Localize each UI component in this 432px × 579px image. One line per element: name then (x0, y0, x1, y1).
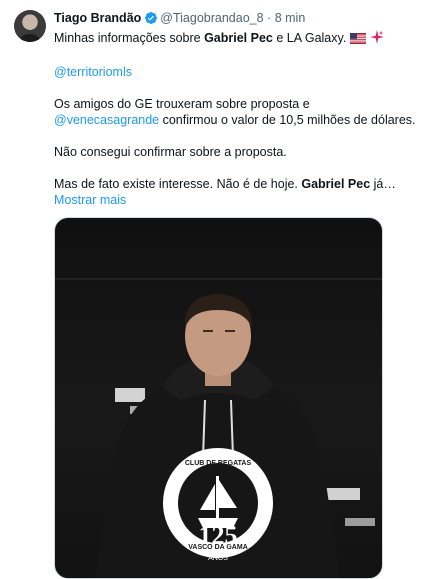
author-name[interactable]: Tiago Brandão (54, 11, 141, 25)
text-fragment: Mas de fato existe interesse. Não é de h… (54, 177, 302, 191)
tweet-header: Tiago Brandão @Tiagobrandao_8 · 8 min (54, 10, 305, 29)
bold-name: Gabriel Pec (204, 31, 273, 45)
timestamp[interactable]: 8 min (275, 11, 306, 25)
us-flag-emoji (350, 32, 367, 48)
photo-illustration: CLUB DE REGATAS VASCO DA GAMA 125 ANOS (55, 278, 382, 578)
text-line-5: Mas de fato existe interesse. Não é de h… (54, 176, 416, 192)
tweet-text: Minhas informações sobre Gabriel Pec e L… (54, 30, 416, 208)
mention-link[interactable]: @territoriomls (54, 65, 132, 79)
text-fragment: e LA Galaxy. (272, 31, 347, 45)
background-light (345, 518, 375, 526)
sparkle-emoji (370, 30, 385, 48)
text-fragment: Minhas informações sobre (54, 31, 205, 45)
text-line-2: @territoriomls (54, 64, 416, 80)
text-line-4: Não consegui confirmar sobre a proposta. (54, 145, 287, 159)
author-handle[interactable]: @Tiagobrandao_8 (160, 11, 263, 25)
text-fragment: confirmou o valor de 10,5 milhões de dól… (159, 113, 416, 127)
text-line-1: Minhas informações sobre Gabriel Pec e L… (54, 30, 416, 48)
crest-number: 125 (199, 521, 238, 550)
crest-text-top: CLUB DE REGATAS (185, 460, 252, 467)
text-fragment: Os amigos do GE trouxeram sobre proposta… (54, 97, 310, 111)
avatar[interactable] (14, 10, 46, 42)
bold-name: Gabriel Pec (301, 177, 371, 191)
mention-link[interactable]: @venecasagrande (54, 113, 159, 127)
verified-badge-icon (144, 11, 158, 29)
show-more-link[interactable]: Mostrar mais (54, 193, 126, 207)
text-fragment: já… (370, 177, 396, 191)
crest-word: ANOS (208, 555, 228, 562)
tweet-photo[interactable]: CLUB DE REGATAS VASCO DA GAMA 125 ANOS (54, 217, 383, 579)
tweet[interactable]: Tiago Brandão @Tiagobrandao_8 · 8 min Min… (0, 0, 432, 579)
background-light (115, 388, 145, 402)
text-line-3: Os amigos do GE trouxeram sobre proposta… (54, 96, 416, 128)
